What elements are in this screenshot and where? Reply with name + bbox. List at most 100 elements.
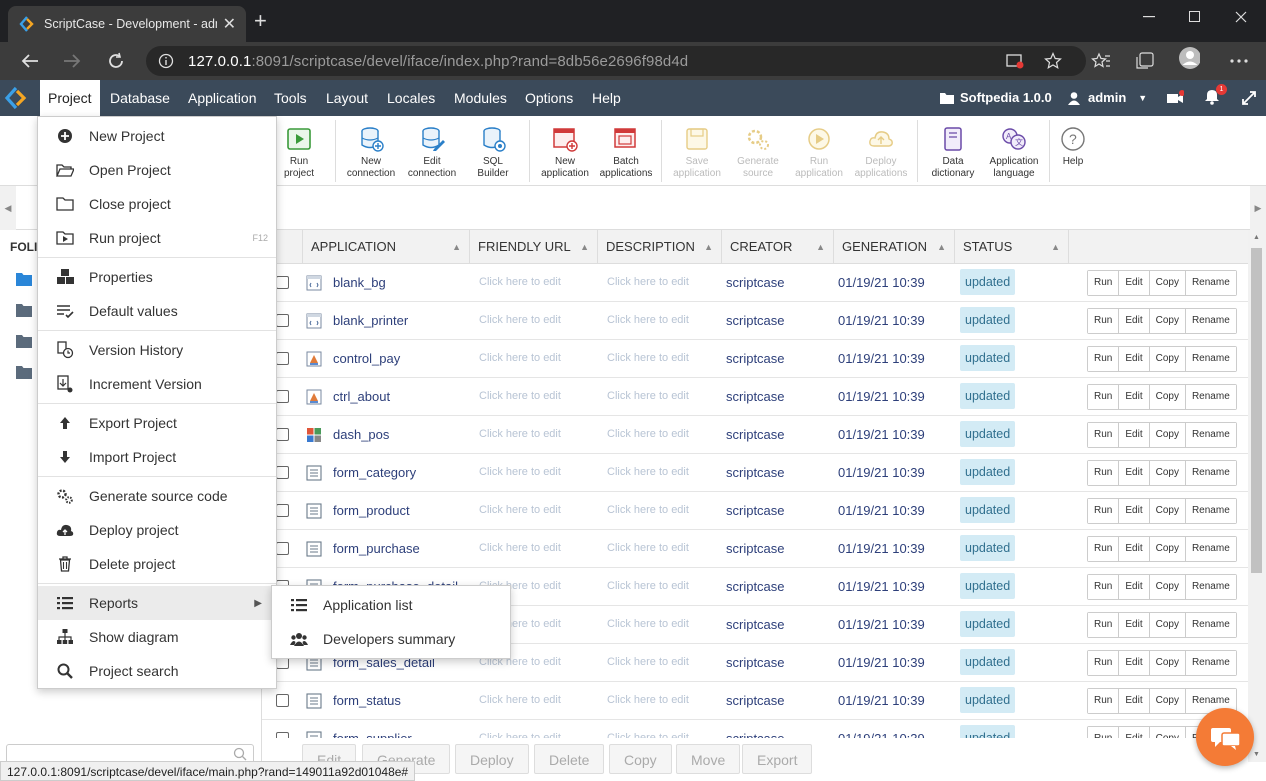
folder-icon[interactable] [16,303,32,317]
scroll-left-icon[interactable]: ◀ [0,186,16,230]
menu-generate-source[interactable]: Generate source code [38,479,276,513]
bulk-delete-button[interactable]: Delete [534,744,605,774]
notification-bell[interactable]: 1 [1202,84,1227,108]
new-application-button[interactable]: New application [534,124,596,180]
bulk-export-button[interactable]: Export [742,744,813,774]
friendly-url-edit[interactable]: Click here to edit [479,694,561,706]
menu-reports[interactable]: Reports ▶ [38,586,276,620]
run-button[interactable]: Run [1088,461,1120,485]
fullscreen-icon[interactable] [1240,89,1258,107]
friendly-url-edit[interactable]: Click here to edit [479,276,561,288]
menu-help[interactable]: Help [584,80,629,116]
copy-button[interactable]: Copy [1149,423,1186,447]
column-friendly-url[interactable]: FRIENDLY URL ▲ [470,230,598,264]
minimize-icon[interactable] [1126,6,1172,28]
table-row[interactable]: form_purchase Click here to edit Click her… [262,530,1248,568]
rename-button[interactable]: Rename [1185,651,1236,675]
new-connection-button[interactable]: New connection [340,124,402,180]
rename-button[interactable]: Rename [1185,309,1236,333]
description-edit[interactable]: Click here to edit [607,504,689,516]
application-name[interactable]: blank_bg [333,275,386,290]
copy-button[interactable]: Copy [1149,385,1186,409]
friendly-url-edit[interactable]: Click here to edit [479,466,561,478]
edit-connection-button[interactable]: Edit connection [401,124,463,180]
rename-button[interactable]: Rename [1185,575,1236,599]
menu-close-project[interactable]: Close project [38,187,276,221]
rename-button[interactable]: Rename [1185,461,1236,485]
run-button[interactable]: Run [1088,689,1120,713]
menu-export-project[interactable]: Export Project [38,406,276,440]
folder-icon[interactable] [16,365,32,379]
edit-button[interactable]: Edit [1119,537,1150,561]
copy-button[interactable]: Copy [1149,461,1186,485]
run-button[interactable]: Run [1088,575,1120,599]
table-row[interactable]: ctrl_about Click here to edit Click here t… [262,378,1248,416]
menu-delete-project[interactable]: Delete project [38,547,276,581]
folder-icon[interactable] [16,334,32,348]
copy-button[interactable]: Copy [1149,689,1186,713]
row-checkbox[interactable] [276,428,289,441]
rename-button[interactable]: Rename [1185,385,1236,409]
menu-options[interactable]: Options [517,80,581,116]
save-application-button[interactable]: Save application [666,124,728,180]
run-button[interactable]: Run [1088,613,1120,637]
menu-import-project[interactable]: Import Project [38,440,276,474]
sort-icon[interactable]: ▲ [580,230,589,264]
menu-application[interactable]: Application [180,80,265,116]
run-button[interactable]: Run [1088,537,1120,561]
bulk-move-button[interactable]: Move [676,744,741,774]
reload-icon[interactable] [104,50,128,72]
friendly-url-edit[interactable]: Click here to edit [479,390,561,402]
rename-button[interactable]: Rename [1185,347,1236,371]
column-creator[interactable]: CREATOR ▲ [722,230,834,264]
favorites-icon[interactable] [1090,51,1112,71]
menu-tools[interactable]: Tools [266,80,315,116]
table-row[interactable]: blank_printer Click here to edit Click her… [262,302,1248,340]
run-button[interactable]: Run [1088,385,1120,409]
edit-button[interactable]: Edit [1119,575,1150,599]
description-edit[interactable]: Click here to edit [607,276,689,288]
forward-icon[interactable] [60,50,84,72]
description-edit[interactable]: Click here to edit [607,466,689,478]
sort-icon[interactable]: ▲ [816,230,825,264]
run-project-button[interactable]: Run project [268,124,330,180]
menu-increment-version[interactable]: Increment Version [38,367,276,401]
menu-application-list[interactable]: Application list [272,588,510,622]
bulk-deploy-button[interactable]: Deploy [455,744,529,774]
copy-button[interactable]: Copy [1149,309,1186,333]
url-field[interactable]: 127.0.0.1:8091/scriptcase/devel/iface/in… [146,46,1086,76]
run-button[interactable]: Run [1088,347,1120,371]
edit-button[interactable]: Edit [1119,651,1150,675]
description-edit[interactable]: Click here to edit [607,656,689,668]
new-tab-icon[interactable]: + [254,10,276,32]
menu-open-project[interactable]: Open Project [38,153,276,187]
vertical-scrollbar[interactable]: ▲ ▼ [1248,230,1266,762]
description-edit[interactable]: Click here to edit [607,314,689,326]
scrollbar-thumb[interactable] [1251,248,1262,573]
description-edit[interactable]: Click here to edit [607,390,689,402]
copy-button[interactable]: Copy [1149,347,1186,371]
close-tab-icon[interactable]: ✕ [223,14,236,34]
copy-button[interactable]: Copy [1149,651,1186,675]
description-edit[interactable]: Click here to edit [607,618,689,630]
rename-button[interactable]: Rename [1185,537,1236,561]
application-name[interactable]: ctrl_about [333,389,390,404]
edit-button[interactable]: Edit [1119,499,1150,523]
copy-button[interactable]: Copy [1149,271,1186,295]
back-icon[interactable] [18,50,42,72]
description-edit[interactable]: Click here to edit [607,694,689,706]
application-name[interactable]: form_purchase [333,541,420,556]
copy-button[interactable]: Copy [1149,613,1186,637]
scroll-down-icon[interactable]: ▼ [1253,751,1260,758]
profile-avatar[interactable] [1178,47,1200,69]
friendly-url-edit[interactable]: Click here to edit [479,314,561,326]
friendly-url-edit[interactable]: Click here to edit [479,542,561,554]
copy-button[interactable]: Copy [1149,537,1186,561]
menu-deploy-project[interactable]: Deploy project [38,513,276,547]
row-checkbox[interactable] [276,352,289,365]
menu-developers-summary[interactable]: Developers summary [272,622,510,656]
row-checkbox[interactable] [276,390,289,403]
edit-button[interactable]: Edit [1119,309,1150,333]
friendly-url-edit[interactable]: Click here to edit [479,428,561,440]
close-window-icon[interactable] [1218,6,1264,28]
